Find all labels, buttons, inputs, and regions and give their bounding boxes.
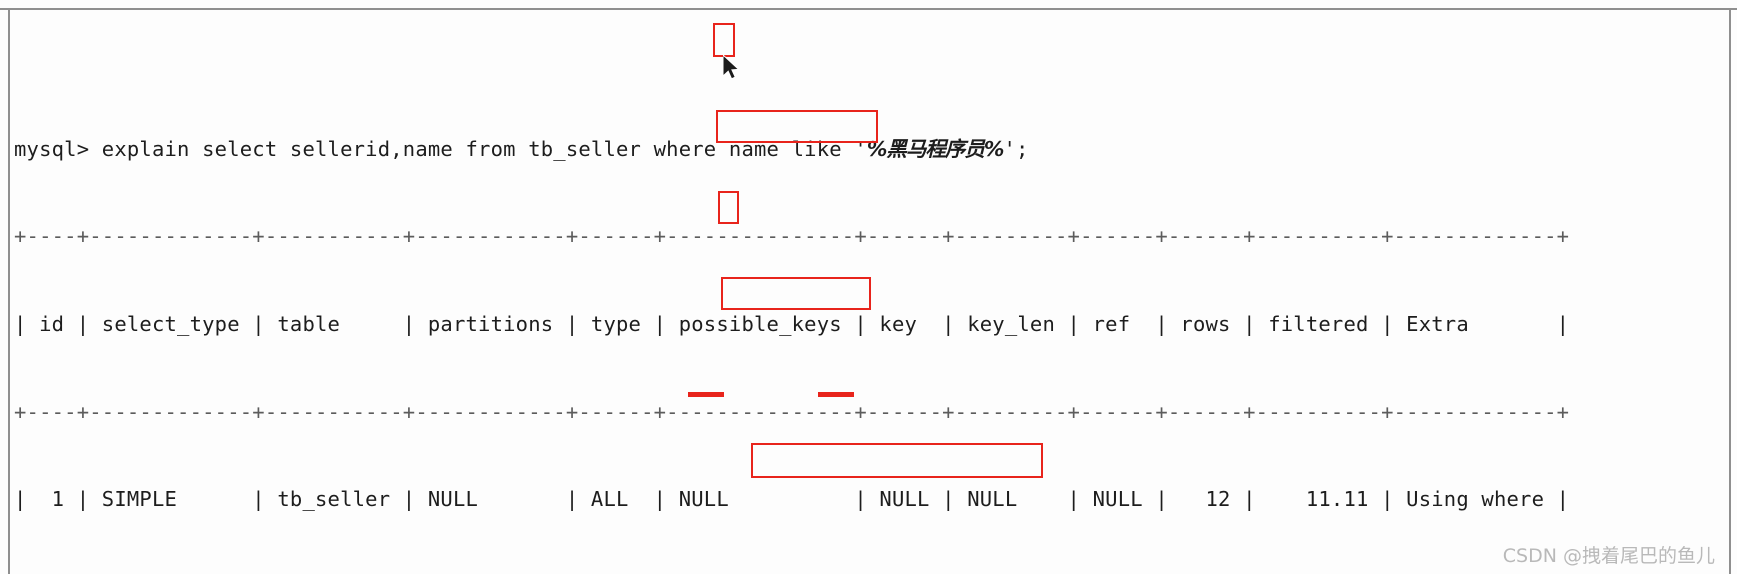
capture-frame-top-border [0, 8, 1737, 10]
table-row-1: | 1 | SIMPLE | tb_seller | NULL | ALL | … [14, 487, 1570, 512]
terminal-screenshot: mysql> explain select sellerid,name from… [0, 0, 1737, 574]
command-line-1: mysql> explain select sellerid,name from… [14, 135, 1714, 164]
like-pattern-1: %黑马程序员% [866, 136, 1005, 161]
table-rule-top-1: +----+-------------+-----------+--------… [14, 224, 1570, 249]
table-header-1: | id | select_type | table | partitions … [14, 312, 1570, 336]
command-prefix-1: mysql> explain select sellerid,name from… [14, 136, 867, 161]
capture-frame-right-border [1729, 8, 1731, 574]
command-suffix-1: '; [1003, 136, 1029, 161]
terminal-output[interactable]: mysql> explain select sellerid,name from… [14, 18, 1714, 574]
capture-frame-left-border [8, 8, 10, 574]
table-rule-mid-1: +----+-------------+-----------+--------… [14, 399, 1570, 424]
csdn-watermark: CSDN @拽着尾巴的鱼儿 [1502, 545, 1715, 567]
